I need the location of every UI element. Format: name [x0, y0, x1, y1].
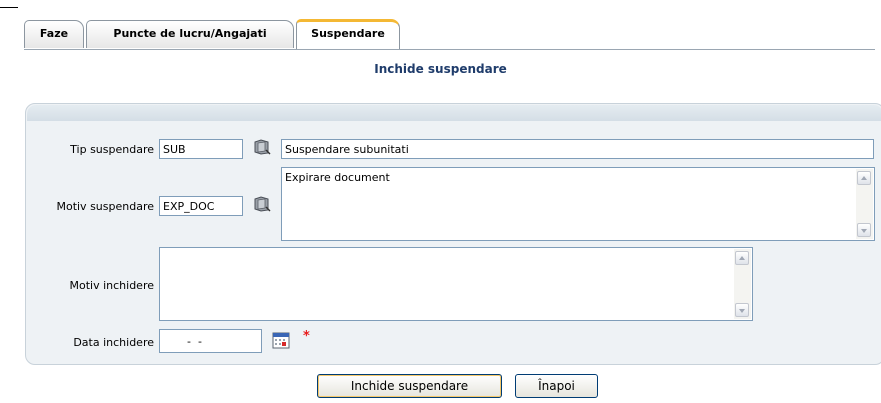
back-button[interactable]: Înapoi [515, 374, 598, 398]
tab-strip: Faze Puncte de lucru/Angajati Suspendare [24, 19, 875, 50]
tip-suspendare-description-input[interactable] [281, 139, 874, 159]
scrollbar[interactable] [856, 169, 873, 239]
lookup-book-icon[interactable] [253, 196, 271, 212]
motiv-suspendare-label: Motiv suspendare [56, 200, 154, 213]
scroll-down-button[interactable] [857, 223, 871, 237]
panel-header [27, 105, 881, 121]
scrollbar[interactable] [734, 249, 751, 319]
motiv-suspendare-description-text: Expirare document [285, 171, 390, 184]
motiv-suspendare-description-textarea[interactable]: Expirare document [281, 167, 875, 241]
calendar-icon[interactable] [272, 331, 290, 349]
lookup-book-icon[interactable] [253, 139, 271, 155]
motiv-inchidere-label: Motiv inchidere [69, 279, 155, 292]
tip-suspendare-label: Tip suspendare [70, 143, 154, 156]
tip-suspendare-code-input[interactable] [159, 139, 243, 159]
tab-faze[interactable]: Faze [24, 20, 84, 48]
date-input[interactable] [159, 329, 262, 353]
motiv-suspendare-code-input[interactable] [159, 196, 243, 216]
corner-line [0, 7, 18, 8]
close-suspension-button[interactable]: Inchide suspendare [317, 374, 502, 398]
motiv-inchidere-textarea[interactable] [159, 247, 753, 321]
tab-puncte-de-lucru[interactable]: Puncte de lucru/Angajati [86, 20, 294, 48]
required-marker: * [303, 329, 310, 344]
scroll-up-button[interactable] [857, 171, 871, 185]
tab-suspendare[interactable]: Suspendare [296, 19, 400, 49]
scroll-up-button[interactable] [735, 251, 749, 265]
page-title: Inchide suspendare [374, 62, 507, 76]
data-inchidere-label: Data inchidere [73, 336, 154, 349]
scroll-down-button[interactable] [735, 303, 749, 317]
tab-baseline [24, 49, 875, 50]
